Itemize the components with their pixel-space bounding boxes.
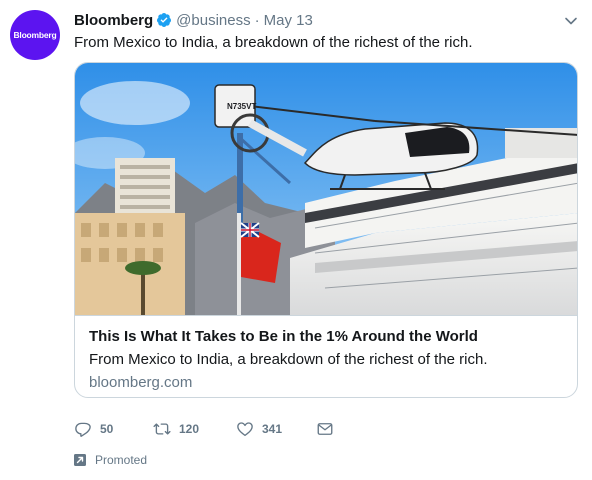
retweet-count: 120 [179,422,200,436]
promoted-icon [74,454,86,466]
reply-icon [75,422,91,437]
card-title: This Is What It Takes to Be in the 1% Ar… [89,328,478,345]
caret-down-icon[interactable] [564,14,578,28]
tweet-text: From Mexico to India, a breakdown of the… [74,34,473,51]
like-button[interactable]: 341 [236,420,316,438]
card-body[interactable]: This Is What It Takes to Be in the 1% Ar… [75,315,577,397]
helicopter-registration: N735VT [227,102,256,111]
card-image: N735VT [75,63,577,315]
card-domain: bloomberg.com [89,374,193,391]
verified-icon [157,13,172,27]
dm-icon [317,423,333,435]
link-card[interactable]: N735VT This Is What It Takes to Be in th… [74,62,578,398]
reply-count: 50 [100,422,114,436]
tweet-actions: 50 120 341 [74,418,356,440]
tweet-date[interactable]: May 13 [264,12,313,29]
avatar-logo-text: Bloomberg [13,30,57,40]
reply-button[interactable]: 50 [74,420,153,438]
direct-message-button[interactable] [316,420,356,438]
like-count: 341 [262,422,283,436]
card-description: From Mexico to India, a breakdown of the… [89,351,488,368]
tweet[interactable]: Bloomberg Bloomberg @business · May 13 F… [0,0,592,480]
like-icon [237,422,253,437]
tweet-header: Bloomberg @business · May 13 [74,10,313,30]
author-name[interactable]: Bloomberg [74,12,153,29]
separator-dot: · [254,11,260,29]
promoted-label: Promoted [74,451,147,469]
author-handle[interactable]: @business [176,12,250,29]
promoted-text: Promoted [95,453,148,467]
avatar[interactable]: Bloomberg [10,10,60,60]
retweet-icon [153,423,171,435]
retweet-button[interactable]: 120 [153,420,236,438]
